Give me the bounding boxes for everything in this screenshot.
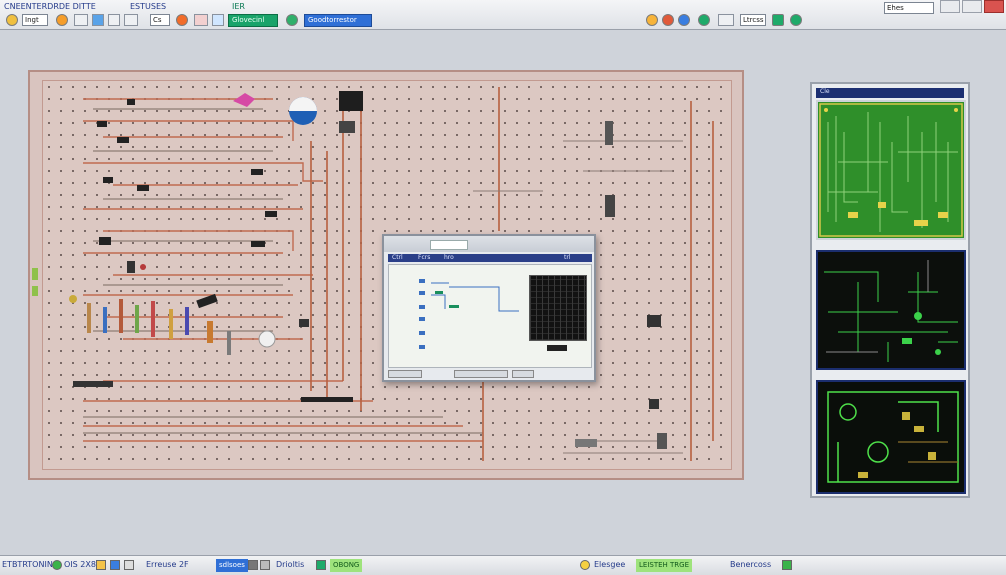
folder-icon[interactable] <box>96 560 106 570</box>
toolbar-button-2[interactable] <box>92 14 104 26</box>
taskbar-right-text: Elesgee <box>594 560 626 569</box>
pcb-dark-image-2 <box>818 382 964 492</box>
taskbar-far-right-text: Benercoss <box>730 560 772 569</box>
dialog-button-1[interactable] <box>388 370 422 378</box>
taskbar-icon-3[interactable] <box>260 560 270 570</box>
left-rail-marker-2 <box>32 286 38 296</box>
toolbar-tab-text: IER <box>232 2 245 11</box>
dialog-button-3[interactable] <box>512 370 534 378</box>
taskbar-blue-item[interactable]: sdlsoes <box>216 559 248 572</box>
toolbar-button-6[interactable] <box>212 14 224 26</box>
stop-icon[interactable] <box>662 14 674 26</box>
taskbar-green-item[interactable]: OBONG <box>330 559 363 572</box>
minimize-button[interactable] <box>940 0 960 13</box>
pcb-thumbnail-dark-2[interactable] <box>816 380 966 494</box>
run-icon[interactable] <box>286 14 298 26</box>
dialog-menu-bar: Ctrl Fcrs hro trl <box>388 254 592 262</box>
pcb-panel-header: Cle <box>816 88 964 98</box>
open-icon[interactable] <box>6 14 18 26</box>
tray-green-icon[interactable] <box>782 560 792 570</box>
taskbar-field-text[interactable]: Erreuse 2F <box>146 560 189 569</box>
pcb-dark-image-1 <box>818 252 964 368</box>
toolbar-menu-text: ESTUSES <box>130 2 167 11</box>
toolbar-green-button[interactable]: Glovecinl <box>228 14 278 27</box>
dialog-titlebar[interactable] <box>384 236 594 252</box>
toolbar-blue-button[interactable]: Goodtorrestor <box>304 14 372 27</box>
left-rail-marker <box>32 268 38 280</box>
taskbar-green-icon[interactable] <box>316 560 326 570</box>
taskbar-right-green[interactable]: LEISTEH TRGE <box>636 559 693 572</box>
toolbar-right-field[interactable]: Ltrcss <box>740 14 766 26</box>
dialog-small-bar <box>547 345 567 351</box>
toolbar-button-3[interactable] <box>108 14 120 26</box>
toolbar-field-1[interactable]: Ingt <box>22 14 48 26</box>
dialog-tab[interactable] <box>430 240 468 250</box>
maximize-button[interactable] <box>962 0 982 13</box>
pcb-panel-header-text: Cle <box>820 88 830 95</box>
taskbar-mid-text: OIS 2X8 <box>64 560 96 569</box>
bottom-taskbar: ETBTRTONIN OIS 2X8 Erreuse 2F sdlsoes Dr… <box>0 555 1006 575</box>
dialog-button-2[interactable] <box>454 370 508 378</box>
record-icon[interactable] <box>176 14 188 26</box>
top-toolbar: CNEENTERDRDE DITTE ESTUSES IER Ingt Cs G… <box>0 0 1006 30</box>
taskbar-icon-2[interactable] <box>248 560 258 570</box>
toolbar-button-1[interactable] <box>74 14 88 26</box>
toolbar-title-text: CNEENTERDRDE DITTE <box>4 2 96 11</box>
pcb-green-image <box>818 102 964 238</box>
dialog-content[interactable] <box>388 264 592 368</box>
green-circle-icon[interactable] <box>790 14 802 26</box>
warning-icon[interactable] <box>580 560 590 570</box>
dialog-schematic <box>419 279 519 349</box>
toolbar-button-7[interactable] <box>718 14 734 26</box>
window-title-field: Ehes <box>884 2 934 14</box>
toolbar-button-5[interactable] <box>194 14 208 26</box>
green-dot-icon[interactable] <box>52 560 62 570</box>
document-icon[interactable] <box>124 560 134 570</box>
pcb-thumbnail-green[interactable] <box>816 100 966 240</box>
close-button[interactable] <box>984 0 1004 13</box>
check-icon[interactable] <box>698 14 710 26</box>
toolbar-field-2[interactable]: Cs <box>150 14 170 26</box>
dialog-dark-panel <box>529 275 587 341</box>
pcb-preview-panel: Cle <box>810 82 970 498</box>
taskbar-left-text: ETBTRTONIN <box>2 560 53 569</box>
dialog-menu-item-4[interactable]: trl <box>564 254 571 261</box>
toolbar-button-4[interactable] <box>124 14 138 26</box>
inner-application-window[interactable]: Ctrl Fcrs hro trl <box>382 234 596 382</box>
green-square-icon[interactable] <box>772 14 784 26</box>
info-icon[interactable] <box>678 14 690 26</box>
dialog-menu-item-3[interactable]: hro <box>444 254 454 261</box>
dialog-menu-item-1[interactable]: Ctrl <box>392 254 403 261</box>
pcb-thumbnail-dark-1[interactable] <box>816 250 966 370</box>
dialog-menu-item-2[interactable]: Fcrs <box>418 254 430 261</box>
save-icon[interactable] <box>56 14 68 26</box>
dialog-status-bar <box>388 368 592 378</box>
window-icon[interactable] <box>110 560 120 570</box>
taskbar-center-text: Drioltis <box>276 560 305 569</box>
settings-icon[interactable] <box>646 14 658 26</box>
